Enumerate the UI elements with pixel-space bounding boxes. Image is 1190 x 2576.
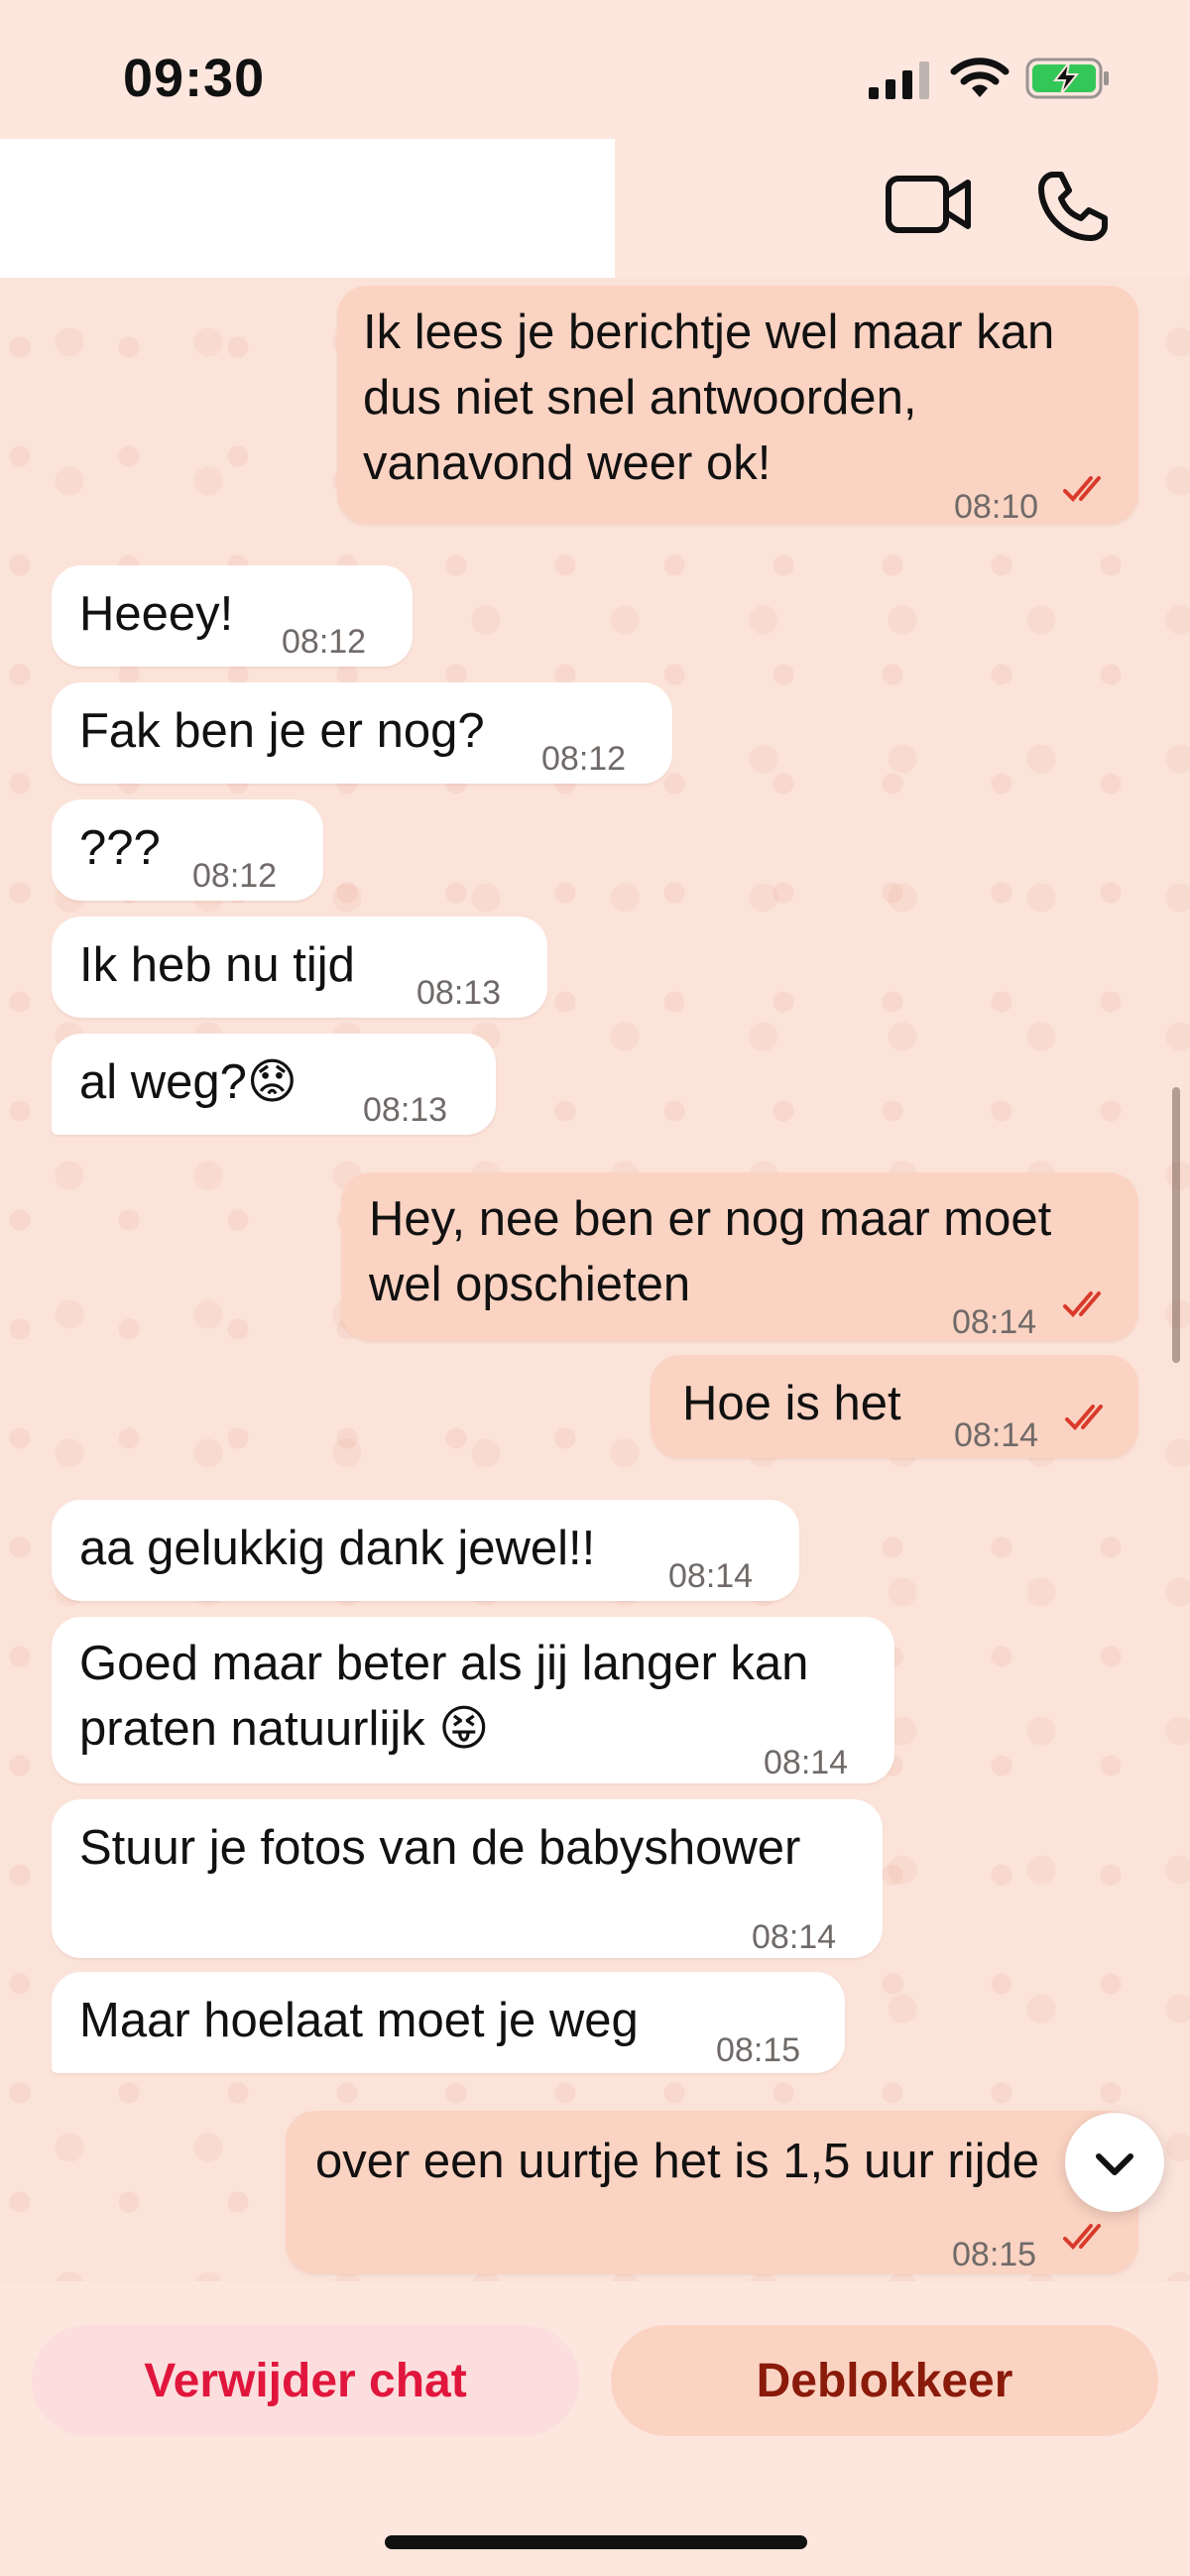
contact-info-redacted[interactable] [0, 139, 615, 278]
message-incoming[interactable]: Heeey! 08:12 [52, 565, 413, 667]
message-time: 08:13 [416, 974, 502, 1012]
message-outgoing[interactable]: Hoe is het 08:14 [651, 1355, 1138, 1458]
message-incoming[interactable]: Ik heb nu tijd 08:13 [52, 917, 547, 1018]
delete-chat-button[interactable]: Verwijder chat [32, 2325, 579, 2436]
video-call-icon[interactable] [885, 167, 972, 242]
message-outgoing[interactable]: Hey, nee ben er nog maar moet wel opschi… [341, 1172, 1138, 1341]
read-receipt-icon [1063, 476, 1101, 502]
status-time: 09:30 [123, 49, 266, 108]
message-text: Ik lees je berichtje wel maar kan [363, 306, 1055, 359]
message-text: vanavond weer ok! [363, 436, 772, 490]
message-text: Hoe is het [682, 1377, 901, 1430]
read-receipt-icon [1063, 2224, 1101, 2250]
message-text: wel opschieten [369, 1258, 691, 1311]
message-list[interactable]: Ik lees je berichtje wel maar kan dus ni… [0, 278, 1190, 2281]
message-time: 08:14 [952, 1303, 1037, 1341]
read-receipt-icon [1063, 1291, 1101, 1317]
message-time: 08:14 [764, 1744, 849, 1781]
message-incoming[interactable]: Maar hoelaat moet je weg 08:15 [52, 1972, 845, 2073]
message-incoming[interactable]: Goed maar beter als jij langer kan prate… [52, 1617, 894, 1783]
message-text: over een uurtje het is 1,5 uur rijde [315, 2135, 1039, 2188]
message-text: al weg?😟 [79, 1055, 298, 1109]
status-bar: 09:30 [0, 0, 1190, 139]
message-incoming[interactable]: Fak ben je er nog? 08:12 [52, 682, 672, 784]
message-text: aa gelukkig dank jewel!! [79, 1522, 596, 1575]
unblock-button[interactable]: Deblokkeer [611, 2325, 1158, 2436]
read-receipt-icon [1065, 1405, 1103, 1430]
message-outgoing[interactable]: over een uurtje het is 1,5 uur rijde 08:… [286, 2111, 1138, 2273]
message-time: 08:12 [282, 623, 367, 661]
cellular-signal-icon [869, 61, 929, 99]
message-text: dus niet snel antwoorden, [363, 371, 917, 425]
message-text: Maar hoelaat moet je weg [79, 1994, 639, 2047]
message-text: Hey, nee ben er nog maar moet [369, 1192, 1052, 1246]
message-text: Stuur je fotos van de babyshower [79, 1821, 801, 1875]
message-outgoing[interactable]: Ik lees je berichtje wel maar kan dus ni… [337, 286, 1138, 526]
scrollbar[interactable] [1172, 1087, 1180, 1363]
message-time: 08:15 [952, 2236, 1037, 2273]
voice-call-icon[interactable] [1035, 169, 1111, 244]
message-time: 08:14 [954, 1416, 1039, 1454]
message-text: Heeey! [79, 587, 234, 641]
chat-header [0, 139, 1190, 278]
chevron-down-icon [1096, 2153, 1133, 2175]
message-text: praten natuurlijk 😝 [79, 1702, 490, 1756]
message-incoming[interactable]: Stuur je fotos van de babyshower 08:14 [52, 1799, 883, 1958]
message-text: Fak ben je er nog? [79, 704, 485, 758]
message-text: Ik heb nu tijd [79, 938, 355, 992]
wifi-icon [950, 58, 1010, 97]
message-time: 08:13 [363, 1091, 448, 1129]
message-time: 08:14 [668, 1557, 754, 1595]
message-text: Goed maar beter als jij langer kan [79, 1637, 809, 1690]
message-text: ??? [79, 821, 161, 875]
home-indicator[interactable] [385, 2535, 807, 2549]
message-incoming[interactable]: ??? 08:12 [52, 799, 323, 901]
message-time: 08:12 [192, 857, 278, 895]
battery-charging-icon [1025, 58, 1109, 99]
message-time: 08:10 [954, 488, 1039, 526]
blocked-chat-actions: Verwijder chat Deblokkeer [0, 2281, 1190, 2576]
message-time: 08:15 [716, 2031, 801, 2069]
message-incoming[interactable]: aa gelukkig dank jewel!! 08:14 [52, 1500, 799, 1601]
message-time: 08:14 [752, 1918, 837, 1956]
scroll-to-bottom-button[interactable] [1065, 2113, 1164, 2212]
message-time: 08:12 [541, 740, 627, 778]
message-incoming[interactable]: al weg?😟 08:13 [52, 1034, 496, 1135]
